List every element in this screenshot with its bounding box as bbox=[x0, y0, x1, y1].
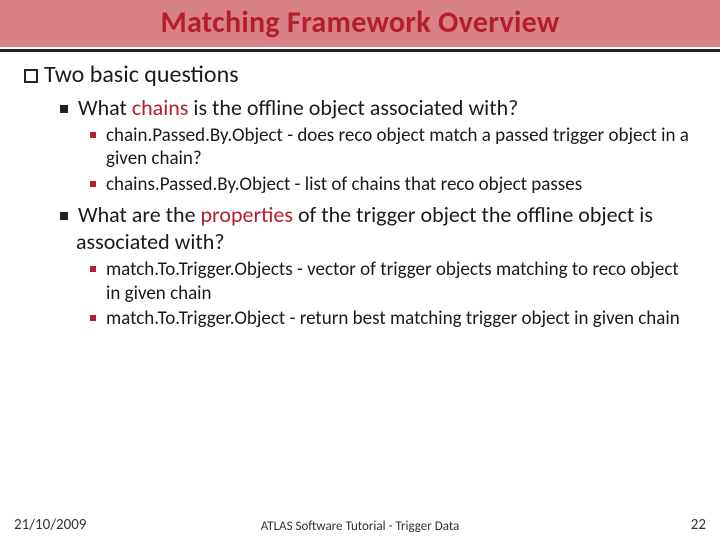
title-band: Matching Framework Overview bbox=[0, 0, 720, 47]
square-icon bbox=[60, 212, 68, 220]
bullet-lvl1: Two basic questions bbox=[24, 60, 696, 90]
bullet-lvl3: chains.Passed.By.Object - list of chains… bbox=[90, 173, 696, 197]
small-square-icon bbox=[90, 181, 96, 187]
footer-center: ATLAS Software Tutorial - Trigger Data bbox=[20, 519, 700, 534]
small-square-icon bbox=[90, 132, 96, 138]
lvl1-text: Two basic questions bbox=[44, 60, 239, 89]
bullet-lvl3: match.To.Trigger.Objects - vector of tri… bbox=[90, 258, 696, 306]
api-name: match.To.Trigger.Objects bbox=[106, 258, 293, 281]
api-name: chains.Passed.By.Object bbox=[106, 173, 290, 196]
bullet-lvl3: match.To.Trigger.Object - return best ma… bbox=[90, 307, 696, 331]
q1-pre: What bbox=[78, 94, 132, 121]
slide-title: Matching Framework Overview bbox=[0, 4, 720, 41]
slide-body: Two basic questions What chains is the o… bbox=[0, 52, 720, 331]
hollow-square-icon bbox=[24, 69, 38, 83]
q2-pre: What are the bbox=[78, 201, 201, 228]
q1-post: is the offline object associated with? bbox=[188, 94, 518, 121]
api-name: match.To.Trigger.Object bbox=[106, 307, 285, 330]
q2-highlight: properties bbox=[201, 201, 293, 228]
api-desc: - list of chains that reco object passes bbox=[290, 173, 582, 196]
footer-page-number: 22 bbox=[691, 516, 706, 534]
footer-date: 21/10/2009 bbox=[14, 516, 86, 534]
square-icon bbox=[60, 105, 68, 113]
bullet-lvl2: What are the properties of the trigger o… bbox=[60, 201, 696, 256]
q1-highlight: chains bbox=[132, 94, 189, 121]
api-desc: - return best matching trigger object in… bbox=[285, 307, 679, 330]
bullet-lvl3: chain.Passed.By.Object - does reco objec… bbox=[90, 124, 696, 172]
small-square-icon bbox=[90, 266, 96, 272]
slide-footer: 21/10/2009 ATLAS Software Tutorial - Tri… bbox=[0, 519, 720, 534]
slide: Matching Framework Overview Two basic qu… bbox=[0, 0, 720, 540]
bullet-lvl2: What chains is the offline object associ… bbox=[60, 94, 696, 122]
small-square-icon bbox=[90, 315, 96, 321]
api-name: chain.Passed.By.Object bbox=[106, 124, 283, 147]
